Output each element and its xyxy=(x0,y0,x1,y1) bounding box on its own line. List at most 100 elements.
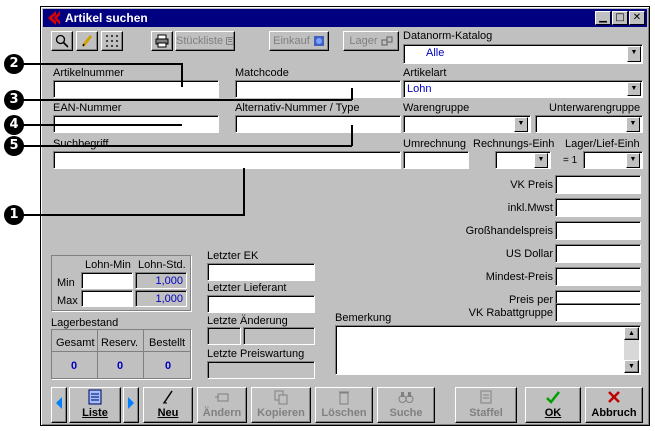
lohn-max-min-input[interactable] xyxy=(81,290,133,307)
umrechnung-label: Umrechnung xyxy=(403,138,466,150)
chevron-down-icon[interactable]: ▼ xyxy=(627,82,641,96)
edit-hand-icon xyxy=(215,393,229,402)
alternativ-label: Alternativ-Nummer / Type xyxy=(235,102,360,114)
matchcode-input[interactable] xyxy=(235,80,401,98)
letzte-preiswartung-label: Letzte Preiswartung xyxy=(207,348,305,360)
abbruch-button[interactable]: Abbruch xyxy=(585,387,643,423)
reserv-value: 0 xyxy=(117,360,124,372)
staffel-button[interactable]: Staffel xyxy=(455,387,517,423)
kopieren-label: Kopieren xyxy=(257,407,305,419)
letzter-ek-label: Letzter EK xyxy=(207,250,259,262)
vk-preis-label: VK Preis xyxy=(510,179,553,191)
chevron-down-icon[interactable]: ▼ xyxy=(514,117,528,132)
letzte-aenderung-user xyxy=(243,327,315,345)
mindest-preis-input[interactable] xyxy=(555,267,641,286)
bemerkung-label: Bemerkung xyxy=(335,312,392,324)
vk-preis-input[interactable] xyxy=(555,175,641,194)
unterwarengruppe-label: Unterwarengruppe xyxy=(549,102,641,114)
app-logo-icon xyxy=(48,11,60,25)
chevron-down-icon[interactable]: ▼ xyxy=(627,46,641,62)
trash-icon xyxy=(339,391,349,405)
nav-next-button[interactable] xyxy=(123,387,139,423)
loeschen-button[interactable]: Löschen xyxy=(315,387,373,423)
callout-line-1-vert xyxy=(243,168,245,216)
gesamt-value: 0 xyxy=(71,360,78,372)
new-pencil-icon xyxy=(163,390,173,404)
lager-lief-einh-label: Lager/Lief-Einh xyxy=(565,138,640,150)
letzte-aenderung-date xyxy=(207,327,241,345)
chevron-down-icon[interactable]: ▼ xyxy=(626,117,640,132)
minimize-button[interactable]: ▁ xyxy=(595,11,611,25)
max-row-label: Max xyxy=(57,295,78,307)
callout-marker-4: 4 xyxy=(4,115,24,135)
artikelart-label: Artikelart xyxy=(403,67,447,79)
artikelnummer-input[interactable] xyxy=(53,80,219,98)
einkauf-button[interactable]: Einkauf xyxy=(269,31,329,51)
datanorm-value: Alle xyxy=(426,47,445,59)
vk-rabattgruppe-label: VK Rabattgruppe xyxy=(468,307,553,319)
bemerkung-textarea[interactable] xyxy=(335,325,641,375)
aendern-label: Ändern xyxy=(202,407,242,419)
artikelart-select[interactable]: Lohn ▼ xyxy=(403,80,643,98)
datanorm-select[interactable]: Alle ▼ xyxy=(403,44,643,64)
callout-line-2-vert xyxy=(181,63,183,87)
lohn-min-min-input[interactable] xyxy=(81,272,133,289)
us-dollar-input[interactable] xyxy=(555,244,641,263)
grosshandelspreis-input[interactable] xyxy=(555,221,641,240)
letzter-lieferant-value xyxy=(207,295,315,313)
bestellt-value: 0 xyxy=(165,360,172,372)
kopieren-button[interactable]: Kopieren xyxy=(251,387,311,423)
print-tool-button[interactable] xyxy=(151,31,173,51)
datanorm-label: Datanorm-Katalog xyxy=(403,30,493,42)
umrechnung-input[interactable] xyxy=(403,151,469,169)
suchbegriff-label: Suchbegriff xyxy=(53,138,109,150)
inkl-mwst-label: inkl.Mwst xyxy=(507,202,553,214)
triangle-right-icon xyxy=(128,397,134,409)
title-bar[interactable]: Artikel suchen ▁ □ ✕ xyxy=(43,9,647,27)
callout-line-4 xyxy=(22,124,182,126)
scroll-down-icon[interactable]: ▼ xyxy=(624,360,639,373)
letzte-preiswartung-value xyxy=(207,361,315,379)
bemerkung-scrollbar[interactable]: ▲ ▼ xyxy=(624,327,639,373)
callout-line-3-vert xyxy=(351,88,353,100)
suchbegriff-input[interactable] xyxy=(53,151,401,169)
suche-button[interactable]: Suche xyxy=(377,387,435,423)
warengruppe-label: Warengruppe xyxy=(403,102,470,114)
lager-lief-einh-prefix: = 1 xyxy=(563,155,578,166)
chevron-down-icon[interactable]: ▼ xyxy=(534,153,548,168)
aendern-button[interactable]: Ändern xyxy=(197,387,247,423)
loeschen-label: Löschen xyxy=(321,407,367,419)
callout-line-1 xyxy=(22,214,244,216)
close-button[interactable]: ✕ xyxy=(629,11,645,25)
callout-marker-2: 2 xyxy=(4,54,24,74)
callout-marker-1: 1 xyxy=(4,205,24,225)
vk-rabattgruppe-input[interactable] xyxy=(555,303,641,322)
warengruppe-select[interactable] xyxy=(403,115,531,133)
neu-button[interactable]: Neu xyxy=(143,387,193,423)
list-icon xyxy=(226,37,234,45)
chevron-down-icon[interactable]: ▼ xyxy=(626,153,640,168)
maximize-button[interactable]: □ xyxy=(612,11,628,25)
abbruch-label: Abbruch xyxy=(591,407,637,419)
gesamt-header: Gesamt xyxy=(56,337,95,349)
callout-line-2 xyxy=(22,63,182,65)
cross-icon xyxy=(608,391,620,403)
liste-button[interactable]: Liste xyxy=(69,387,121,423)
callout-marker-5: 5 xyxy=(4,136,24,156)
grid-tool-button[interactable] xyxy=(101,31,123,51)
edit-tool-button[interactable] xyxy=(76,31,98,51)
min-row-label: Min xyxy=(57,277,75,289)
artikelnummer-label: Artikelnummer xyxy=(53,67,124,79)
boxes-icon xyxy=(381,36,393,46)
bestellt-header: Bestellt xyxy=(149,337,186,349)
stueckliste-button[interactable]: Stückliste xyxy=(175,31,235,51)
inkl-mwst-input[interactable] xyxy=(555,198,641,217)
ok-button[interactable]: OK xyxy=(525,387,581,423)
alternativ-input[interactable] xyxy=(235,115,401,133)
lager-button[interactable]: Lager xyxy=(343,31,399,51)
search-tool-button[interactable] xyxy=(51,31,73,51)
scroll-up-icon[interactable]: ▲ xyxy=(624,327,639,340)
nav-prev-button[interactable] xyxy=(51,387,67,423)
lagerbestand-title: Lagerbestand xyxy=(51,317,119,329)
grosshandelspreis-label: Großhandelspreis xyxy=(465,225,553,237)
